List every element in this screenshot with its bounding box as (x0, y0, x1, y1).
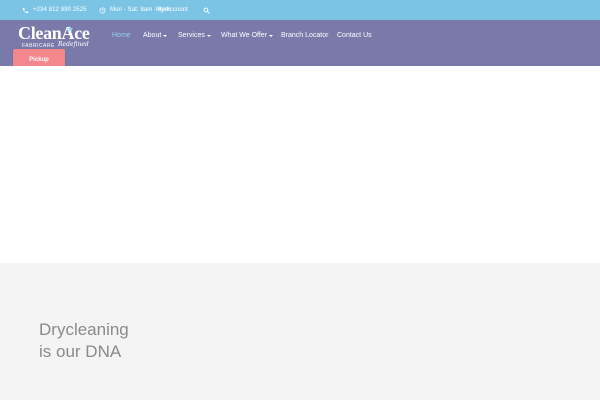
nav-branch-locator[interactable]: Branch Locator (281, 32, 328, 39)
clock-icon (99, 7, 106, 14)
nav-label: Services (178, 32, 205, 39)
intro-section: Drycleaning is our DNA (0, 263, 600, 400)
pickup-label: Pickup (29, 56, 49, 63)
nav-label: Contact Us (337, 32, 372, 39)
logo-script: Redefined (58, 41, 89, 48)
top-bar: +234 812 990 2525 Mon - Sat: 8am - 6pm M… (0, 0, 600, 20)
my-account-link[interactable]: My Account (152, 0, 188, 20)
my-account-label: My Account (156, 7, 189, 13)
nav-label: What We Offer (221, 32, 268, 39)
heading-line-1: Drycleaning (39, 320, 129, 339)
chevron-down-icon (269, 34, 274, 37)
main-navbar: CleanAce FABRICARE Redefined Home About … (0, 20, 600, 66)
section-heading: Drycleaning is our DNA (39, 319, 129, 363)
nav-contact-us[interactable]: Contact Us (337, 32, 372, 39)
nav-home[interactable]: Home (112, 32, 131, 39)
topbar-phone[interactable]: +234 812 990 2525 (22, 0, 87, 20)
chevron-down-icon (206, 34, 211, 37)
star-icon (66, 20, 74, 38)
phone-icon (22, 7, 29, 14)
nav-what-we-offer[interactable]: What We Offer (221, 32, 274, 39)
heading-line-2: is our DNA (39, 342, 122, 361)
phone-number: +234 812 990 2525 (33, 7, 87, 13)
search-icon (203, 7, 210, 14)
chevron-down-icon (163, 34, 168, 37)
nav-label: About (143, 32, 162, 39)
search-button[interactable] (203, 0, 210, 20)
nav-label: Branch Locator (281, 32, 329, 39)
nav-services[interactable]: Services (178, 32, 211, 39)
nav-about[interactable]: About (143, 32, 168, 39)
hero-area (0, 66, 600, 263)
nav-label: Home (112, 32, 131, 39)
